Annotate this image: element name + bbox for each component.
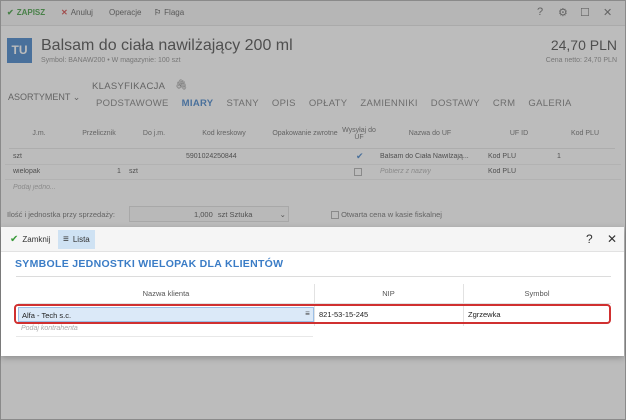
modal-overlay: [1, 1, 625, 419]
dialog-close-label: Zamknij: [22, 235, 51, 244]
dialog-toolbar: ✔ Zamknij ≡ Lista ? ✕: [1, 227, 624, 252]
check-icon: ✔: [10, 234, 19, 245]
dialog-title: SYMBOLE JEDNOSTKI WIELOPAK DLA KLIENTÓW: [15, 258, 284, 270]
col-header-client: Nazwa klienta: [18, 284, 314, 304]
dialog-list-button[interactable]: ≡ Lista: [58, 230, 95, 249]
col-header-symbol: Symbol: [463, 284, 611, 304]
col-header-nip: NIP: [314, 284, 463, 304]
dialog-close-icon[interactable]: ✕: [607, 232, 617, 246]
add-client-placeholder[interactable]: Podaj kontrahenta: [21, 325, 78, 332]
dialog-help-icon[interactable]: ?: [586, 232, 593, 246]
highlighted-row-outline: [14, 304, 611, 324]
dialog-title-rule: [16, 276, 611, 277]
dialog-list-label: Lista: [72, 235, 90, 244]
list-icon: ≡: [63, 234, 69, 245]
placeholder-divider: [16, 336, 313, 337]
dialog-close-button[interactable]: ✔ Zamknij: [5, 230, 55, 249]
